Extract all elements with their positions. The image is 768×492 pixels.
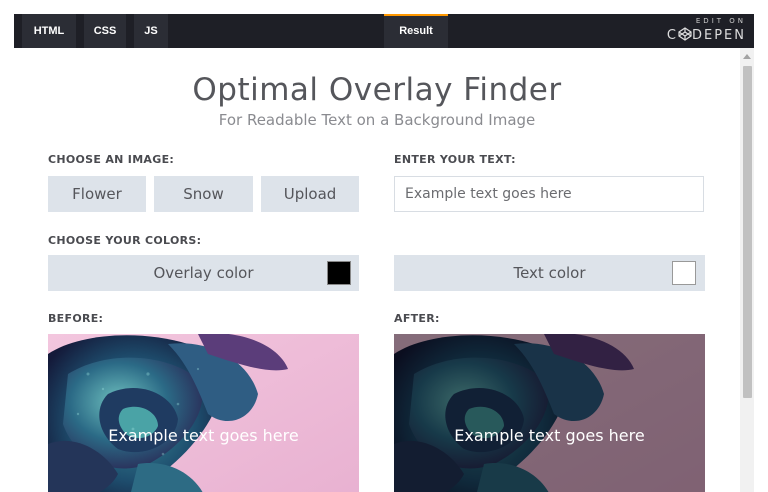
scrollbar[interactable] — [740, 48, 754, 492]
scroll-up-arrow-icon[interactable] — [743, 54, 751, 59]
text-color-swatch[interactable] — [672, 261, 696, 285]
scroll-thumb[interactable] — [743, 66, 752, 398]
after-preview: Example text goes here — [394, 334, 705, 492]
codepen-logo-text: DEPEN — [691, 28, 746, 43]
overlay-color-swatch[interactable] — [327, 261, 351, 285]
codepen-embed: HTML CSS JS Result EDIT ON C DEPEN Optima… — [0, 0, 768, 492]
text-color-picker[interactable]: Text color — [394, 255, 705, 291]
before-text: Example text goes here — [108, 426, 299, 445]
flower-image-after — [394, 334, 705, 492]
tab-js[interactable]: JS — [134, 14, 168, 48]
result-frame: Optimal Overlay Finder For Readable Text… — [14, 48, 754, 492]
snow-button[interactable]: Snow — [154, 176, 253, 212]
tab-css[interactable]: CSS — [84, 14, 126, 48]
codepen-logo-c: C — [666, 28, 678, 43]
edit-on-codepen-link[interactable]: EDIT ON C DEPEN — [667, 16, 746, 45]
upload-button[interactable]: Upload — [261, 176, 359, 212]
overlay-layer — [394, 334, 705, 492]
codepen-toolbar: HTML CSS JS Result EDIT ON C DEPEN — [14, 14, 754, 48]
page-subtitle: For Readable Text on a Background Image — [218, 111, 536, 129]
choose-image-label: CHOOSE AN IMAGE: — [48, 153, 175, 166]
codepen-cube-icon — [678, 27, 692, 41]
overlay-color-label: Overlay color — [153, 264, 254, 282]
choose-colors-label: CHOOSE YOUR COLORS: — [48, 234, 202, 247]
text-input[interactable]: Example text goes here — [394, 176, 704, 212]
before-label: BEFORE: — [48, 312, 104, 325]
page-title: Optimal Overlay Finder — [192, 72, 562, 108]
enter-text-label: ENTER YOUR TEXT: — [394, 153, 516, 166]
codepen-logo: C DEPEN — [667, 27, 746, 45]
tab-result[interactable]: Result — [384, 14, 448, 48]
flower-button[interactable]: Flower — [48, 176, 146, 212]
before-preview: Example text goes here — [48, 334, 359, 492]
tab-html[interactable]: HTML — [22, 14, 76, 48]
after-text: Example text goes here — [454, 426, 645, 445]
edit-on-label: EDIT ON — [695, 17, 746, 25]
flower-image-before — [48, 334, 359, 492]
text-color-label: Text color — [513, 264, 586, 282]
overlay-color-picker[interactable]: Overlay color — [48, 255, 359, 291]
after-label: AFTER: — [394, 312, 440, 325]
